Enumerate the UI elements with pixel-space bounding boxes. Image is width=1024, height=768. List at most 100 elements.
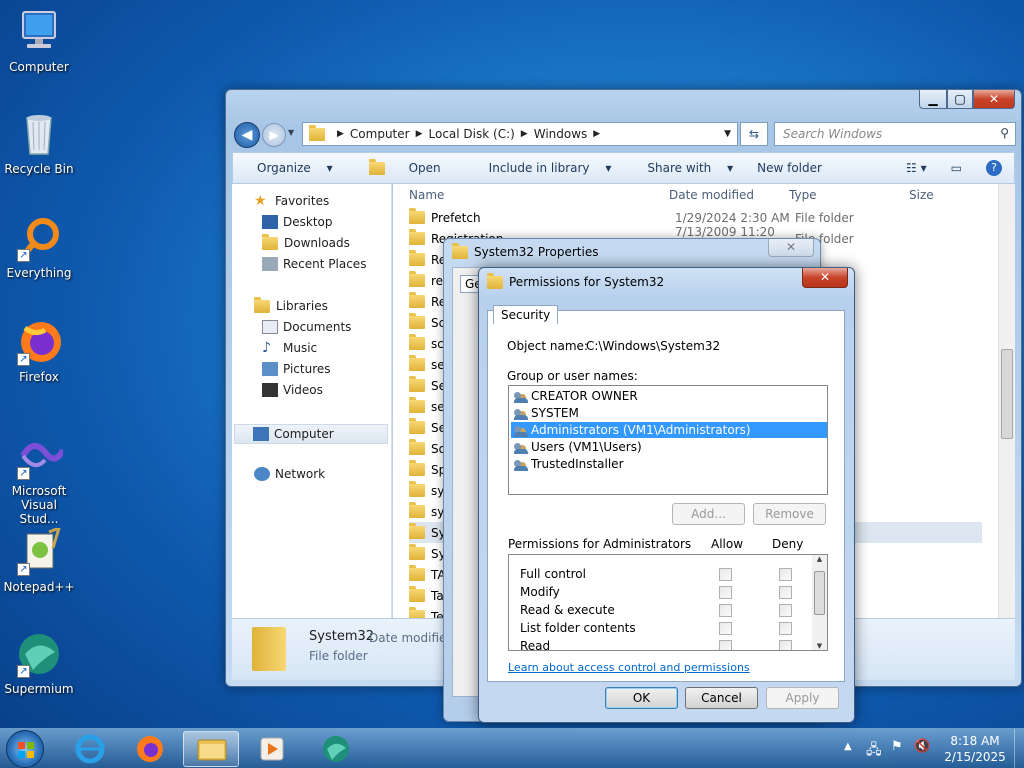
desktop-icon-visual-studio[interactable]: ↗ Microsoft Visual Stud... <box>0 432 78 526</box>
organize-button[interactable]: Organize ▾ <box>245 161 333 175</box>
access-control-link[interactable]: Learn about access control and permissio… <box>508 661 750 674</box>
clock[interactable]: 8:18 AM 2/15/2025 <box>940 733 1010 765</box>
nav-music[interactable]: ♪ Music <box>262 341 317 355</box>
show-hidden-icons[interactable]: ▲ <box>844 741 852 752</box>
taskbar-ie-button[interactable] <box>62 731 118 767</box>
clock-date: 2/15/2025 <box>944 750 1006 764</box>
taskbar-media-player-button[interactable] <box>244 731 300 767</box>
new-folder-button[interactable]: New folder <box>757 161 822 175</box>
permission-row: Modify <box>520 585 810 601</box>
nav-computer[interactable]: Computer <box>234 424 388 444</box>
details-kind: File folder <box>309 649 368 663</box>
deny-checkbox[interactable] <box>779 568 792 581</box>
user-administrators[interactable]: Administrators (VM1\Administrators) <box>511 422 827 438</box>
address-dropdown-icon[interactable]: ▼ <box>724 129 731 139</box>
breadcrumb-windows[interactable]: Windows <box>534 127 588 141</box>
address-bar[interactable]: ▶ Computer ▶ Local Disk (C:) ▶ Windows ▶… <box>302 122 738 146</box>
scroll-down-icon[interactable]: ▼ <box>812 642 827 650</box>
view-options-icon[interactable]: ☷ ▾ <box>906 161 927 175</box>
taskbar-explorer-button[interactable] <box>183 731 239 767</box>
open-folder-icon <box>368 158 385 175</box>
taskbar-supermium-button[interactable] <box>308 731 364 767</box>
allow-checkbox[interactable] <box>719 586 732 599</box>
deny-checkbox[interactable] <box>779 640 792 650</box>
remove-button[interactable]: Remove <box>753 503 826 525</box>
nav-desktop[interactable]: Desktop <box>262 215 333 229</box>
breadcrumb-computer[interactable]: Computer <box>350 127 410 141</box>
breadcrumb-local-disk[interactable]: Local Disk (C:) <box>429 127 515 141</box>
allow-checkbox[interactable] <box>719 622 732 635</box>
column-type[interactable]: Type <box>789 188 817 208</box>
desktop-icon-everything[interactable]: ↗ Everything <box>0 214 78 280</box>
scrollbar-thumb[interactable] <box>814 571 825 615</box>
permissions-scrollbar[interactable]: ▲ ▼ <box>812 555 827 650</box>
allow-checkbox[interactable] <box>719 640 732 650</box>
maximize-button[interactable]: ▢ <box>947 90 973 109</box>
media-player-icon <box>260 737 284 761</box>
apply-button[interactable]: Apply <box>766 687 839 709</box>
deny-checkbox[interactable] <box>779 586 792 599</box>
deny-checkbox[interactable] <box>779 604 792 617</box>
cancel-button[interactable]: Cancel <box>685 687 758 709</box>
permissions-close-button[interactable]: ✕ <box>802 268 848 288</box>
network-tray-icon[interactable]: 🖧 <box>866 739 882 763</box>
scrollbar-thumb[interactable] <box>1001 349 1013 439</box>
back-button[interactable]: ◀ <box>234 122 260 148</box>
search-input[interactable]: Search Windows ⚲ <box>774 122 1016 146</box>
preview-pane-icon[interactable]: ▭ <box>951 161 962 175</box>
nav-videos[interactable]: Videos <box>262 383 323 397</box>
desktop-icon-supermium[interactable]: ↗ Supermium <box>0 630 78 696</box>
folder-icon <box>409 250 425 266</box>
user-list[interactable]: CREATOR OWNER SYSTEM Administrators (VM1… <box>508 385 828 495</box>
folder-icon <box>409 397 425 413</box>
folder-icon <box>409 208 425 224</box>
volume-muted-icon[interactable]: 🔇 <box>914 739 930 754</box>
nav-recent-places[interactable]: Recent Places <box>262 257 366 271</box>
close-button[interactable]: ✕ <box>973 90 1015 109</box>
recent-pages-chevron-icon[interactable]: ▼ <box>288 128 294 137</box>
desktop-icon-recycle-bin[interactable]: Recycle Bin <box>0 110 78 176</box>
permission-label: Modify <box>520 585 560 599</box>
tab-security[interactable]: Security <box>493 305 559 324</box>
nav-libraries[interactable]: Libraries <box>254 296 328 313</box>
user-group-icon <box>514 458 528 471</box>
desktop-icon-notepadpp[interactable]: ↗ Notepad++ <box>0 525 78 594</box>
nav-downloads[interactable]: Downloads <box>262 233 350 250</box>
taskbar-firefox-button[interactable] <box>122 731 178 767</box>
user-trustedinstaller[interactable]: TrustedInstaller <box>514 456 624 472</box>
nav-pictures[interactable]: Pictures <box>262 362 331 376</box>
column-name[interactable]: Name <box>409 188 444 208</box>
ok-button[interactable]: OK <box>605 687 678 709</box>
open-button[interactable]: Open <box>357 158 453 175</box>
user-group-icon <box>514 424 528 437</box>
recent-places-icon <box>262 257 278 271</box>
desktop-icon-computer[interactable]: Computer <box>0 8 78 74</box>
add-button[interactable]: Add... <box>672 503 745 525</box>
user-users[interactable]: Users (VM1\Users) <box>514 439 642 455</box>
user-system[interactable]: SYSTEM <box>514 405 579 421</box>
allow-checkbox[interactable] <box>719 604 732 617</box>
user-creator-owner[interactable]: CREATOR OWNER <box>514 388 638 404</box>
forward-button[interactable]: ▶ <box>262 123 286 147</box>
minimize-button[interactable]: ▁ <box>919 90 947 109</box>
permissions-dialog[interactable]: Permissions for System32 ✕ Security Obje… <box>478 267 855 723</box>
start-button[interactable] <box>6 730 44 768</box>
help-icon[interactable]: ? <box>986 160 1002 176</box>
column-size[interactable]: Size <box>909 188 934 208</box>
action-center-flag-icon[interactable]: ⚑ <box>891 739 903 754</box>
nav-network[interactable]: Network <box>254 467 325 481</box>
allow-checkbox[interactable] <box>719 568 732 581</box>
include-in-library-button[interactable]: Include in library ▾ <box>477 161 612 175</box>
nav-documents[interactable]: Documents <box>262 320 351 334</box>
nav-favorites[interactable]: ★ Favorites <box>254 194 329 208</box>
desktop-icon-firefox[interactable]: ↗ Firefox <box>0 318 78 384</box>
show-desktop-button[interactable] <box>1014 729 1024 768</box>
scroll-up-icon[interactable]: ▲ <box>812 555 827 563</box>
user-group-icon <box>514 441 528 454</box>
share-with-button[interactable]: Share with ▾ <box>635 161 733 175</box>
refresh-button[interactable]: ⇆ <box>740 122 768 146</box>
vertical-scrollbar[interactable] <box>998 184 1015 630</box>
properties-close-button[interactable]: ✕ <box>768 239 814 257</box>
deny-checkbox[interactable] <box>779 622 792 635</box>
column-date-modified[interactable]: Date modified <box>669 188 754 208</box>
